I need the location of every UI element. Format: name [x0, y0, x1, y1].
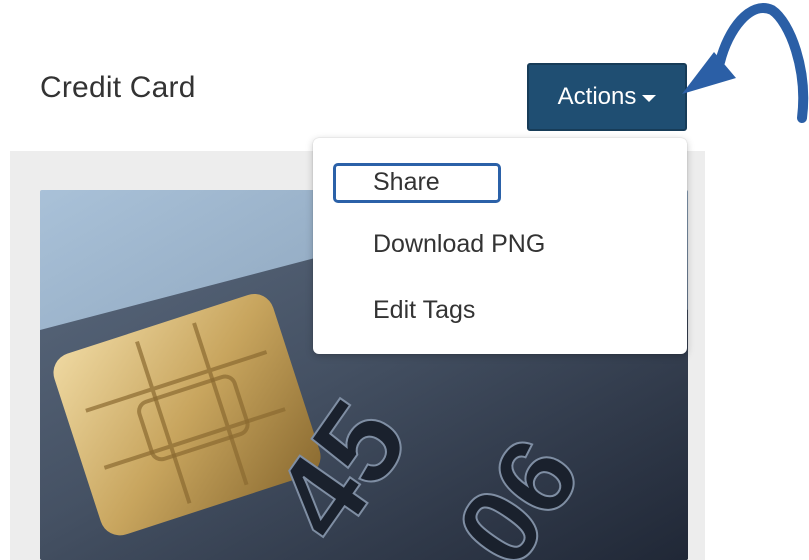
menu-item-share[interactable]: Share: [373, 168, 440, 197]
menu-item-edit-tags[interactable]: Edit Tags: [373, 296, 475, 325]
actions-button[interactable]: Actions: [527, 63, 687, 131]
curved-arrow-icon: [682, 3, 809, 123]
actions-button-label: Actions: [557, 83, 637, 110]
menu-item-download-png[interactable]: Download PNG: [373, 230, 545, 259]
caret-down-icon: [642, 95, 657, 102]
actions-dropdown-menu: Share Download PNG Edit Tags: [313, 138, 687, 354]
screenshot-stage: Credit Card Actions 45 06 Share Download…: [0, 0, 809, 560]
card-title: Credit Card: [40, 71, 196, 104]
card-header: Credit Card Actions: [10, 45, 705, 151]
